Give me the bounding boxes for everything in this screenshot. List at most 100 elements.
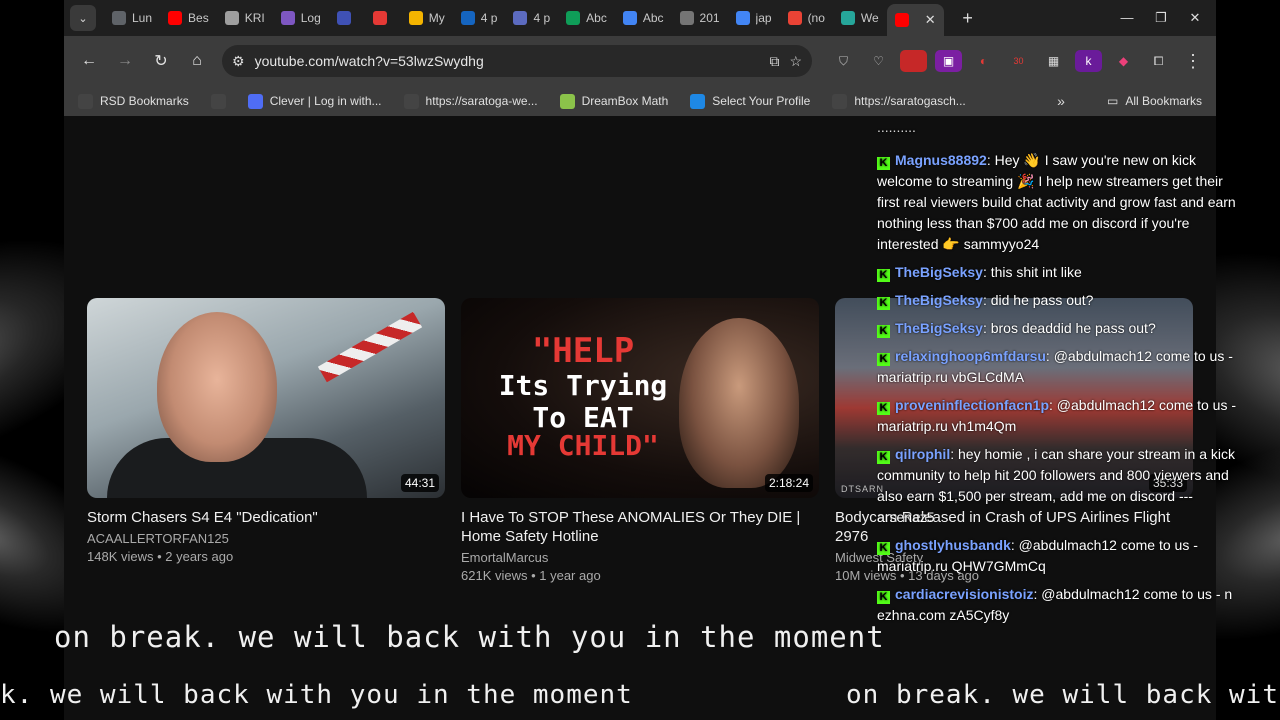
thumbnail-text-line: To EAT xyxy=(532,401,634,434)
kick-badge-icon: K xyxy=(877,402,890,415)
url-text[interactable]: youtube.com/watch?v=53lwzSwydhg xyxy=(255,53,760,69)
chat-username: qilrophil xyxy=(895,446,951,462)
color-extension-icon[interactable]: ◐ xyxy=(970,50,997,72)
chat-message: Kqilrophil: hey homie , i can share your… xyxy=(877,444,1247,528)
thumbnail-decoration xyxy=(157,312,277,462)
bookmarks-bar: RSD Bookmarks Clever | Log in with... http… xyxy=(64,86,1216,116)
video-thumbnail[interactable]: "HELP Its Trying To EAT MY CHILD" 2:18:2… xyxy=(461,298,819,498)
chat-message: K Magnus88892: Hey 👋 I saw you're new on … xyxy=(877,150,1247,255)
clever-icon xyxy=(247,93,263,109)
extension-badge: 30 xyxy=(1013,56,1024,66)
thumbnail-decoration xyxy=(317,311,423,383)
tab-label: jap xyxy=(755,11,772,25)
tab-favicon-icon xyxy=(787,11,802,25)
chat-message: Kcardiacrevisionistoiz: @abdulmach12 com… xyxy=(877,584,1247,626)
browser-tab[interactable] xyxy=(365,3,401,33)
tab-label: We xyxy=(860,11,879,25)
pink-extension-icon[interactable]: ◆ xyxy=(1110,50,1137,72)
kick-badge-icon: K xyxy=(877,157,890,170)
browser-tab[interactable]: KRI xyxy=(217,3,273,33)
browser-tab[interactable]: Abc xyxy=(615,3,672,33)
browser-tab[interactable]: 4 p xyxy=(505,3,558,33)
address-bar[interactable]: ⚙ youtube.com/watch?v=53lwzSwydhg ⧉ ☆ xyxy=(222,45,812,77)
browser-tab[interactable] xyxy=(329,3,365,33)
video-card[interactable]: 44:31 Storm Chasers S4 E4 "Dedication" A… xyxy=(87,298,445,564)
active-tab-youtube[interactable]: ✕ xyxy=(886,4,944,36)
bookmark-label: https://saratogasch... xyxy=(854,94,966,108)
tab-favicon-icon xyxy=(280,11,295,25)
site-info-icon[interactable]: ⚙ xyxy=(232,53,245,70)
browser-tab[interactable]: Abc xyxy=(558,3,615,33)
minimize-button[interactable]: — xyxy=(1112,10,1142,26)
bookmark-item[interactable]: https://saratoga-we... xyxy=(403,93,538,109)
folder-icon: ▭ xyxy=(1106,94,1119,108)
browser-tab[interactable]: 201 xyxy=(672,3,728,33)
reload-button[interactable]: ↻ xyxy=(144,44,178,78)
video-thumbnail[interactable]: 44:31 xyxy=(87,298,445,498)
back-button[interactable]: ← xyxy=(72,44,106,78)
bookmark-item[interactable]: https://saratogasch... xyxy=(832,93,966,109)
new-tab-button[interactable]: + xyxy=(954,4,982,32)
badge-extension-icon[interactable]: 30 xyxy=(1005,50,1032,72)
video-title[interactable]: I Have To STOP These ANOMALIES Or They D… xyxy=(461,508,819,546)
tab-favicon-icon xyxy=(622,11,637,25)
chat-text: : this shit int like xyxy=(982,264,1082,280)
all-bookmarks-button[interactable]: ▭ All Bookmarks xyxy=(1107,94,1202,108)
chat-username: proveninflectionfacn1p xyxy=(895,397,1050,413)
kick-badge-icon: K xyxy=(877,353,890,366)
browser-tab[interactable]: My xyxy=(401,3,453,33)
k-extension-icon[interactable]: k xyxy=(1075,50,1102,72)
chrome-menu-button[interactable]: ⋮ xyxy=(1178,51,1208,72)
browser-tab[interactable]: Bes xyxy=(160,3,217,33)
channel-name[interactable]: EmortalMarcus xyxy=(461,550,819,565)
qr-extension-icon[interactable]: ▦ xyxy=(1040,50,1067,72)
tab-search-button[interactable]: ⌄ xyxy=(70,5,96,31)
bookmark-item[interactable]: DreamBox Math xyxy=(559,93,668,109)
restore-button[interactable]: ❐ xyxy=(1146,10,1176,26)
browser-tab[interactable]: 4 p xyxy=(453,3,506,33)
heart-extension-icon[interactable]: ♡ xyxy=(865,50,892,72)
bookmark-star-icon[interactable]: ☆ xyxy=(789,53,802,70)
puzzle-extensions-icon[interactable]: ⧠ xyxy=(1145,50,1172,72)
chat-username: TheBigSeksy xyxy=(895,264,983,280)
bookmark-item[interactable]: RSD Bookmarks xyxy=(78,93,189,109)
channel-name[interactable]: ACAALLERTORFAN125 xyxy=(87,531,445,546)
browser-tab[interactable]: Lun xyxy=(104,3,160,33)
close-window-button[interactable]: ✕ xyxy=(1180,10,1210,26)
red-extension-icon[interactable] xyxy=(900,50,927,72)
all-bookmarks-label: All Bookmarks xyxy=(1125,94,1202,108)
tab-label: (no xyxy=(807,11,825,25)
apps-grid-icon xyxy=(210,93,226,109)
chat-username: Magnus88892 xyxy=(895,152,987,168)
cast-icon[interactable]: ⧉ xyxy=(769,53,779,70)
thumbnail-text-line: "HELP xyxy=(531,331,635,371)
tab-favicon-icon xyxy=(372,11,387,25)
video-card[interactable]: "HELP Its Trying To EAT MY CHILD" 2:18:2… xyxy=(461,298,819,583)
browser-tab[interactable]: jap xyxy=(728,3,780,33)
tab-label: Log xyxy=(300,11,321,25)
link-icon xyxy=(832,93,848,109)
shield-extension-icon[interactable]: ⛉ xyxy=(830,50,857,72)
tab-favicon-icon xyxy=(336,11,351,25)
chat-username: TheBigSeksy xyxy=(895,292,983,308)
bookmark-item[interactable]: Clever | Log in with... xyxy=(247,93,382,109)
purple-extension-icon[interactable]: ▣ xyxy=(935,50,962,72)
video-title[interactable]: Storm Chasers S4 E4 "Dedication" xyxy=(87,508,445,527)
browser-tab[interactable]: We xyxy=(833,3,887,33)
thumbnail-decoration xyxy=(679,318,799,488)
browser-tab[interactable]: Log xyxy=(273,3,329,33)
bookmark-item[interactable]: Select Your Profile xyxy=(690,93,810,109)
home-button[interactable]: ⌂ xyxy=(180,44,214,78)
break-caption: on break. we will back with you in the m… xyxy=(54,620,885,654)
more-bookmarks-icon[interactable]: » xyxy=(1057,93,1065,109)
tab-favicon-icon xyxy=(735,11,750,25)
browser-tab[interactable]: (no xyxy=(780,3,833,33)
tab-label: 201 xyxy=(699,11,720,25)
chat-message: Krelaxinghoop6mfdarsu: @abdulmach12 come… xyxy=(877,346,1247,388)
stream-chat-overlay: .......... K Magnus88892: Hey 👋 I saw you… xyxy=(877,122,1247,633)
forward-button[interactable]: → xyxy=(108,44,142,78)
tab-favicon-icon xyxy=(408,11,423,25)
close-tab-icon[interactable]: ✕ xyxy=(925,12,936,28)
window-controls: — ❐ ✕ xyxy=(1112,10,1210,26)
bookmark-item[interactable] xyxy=(210,93,226,109)
